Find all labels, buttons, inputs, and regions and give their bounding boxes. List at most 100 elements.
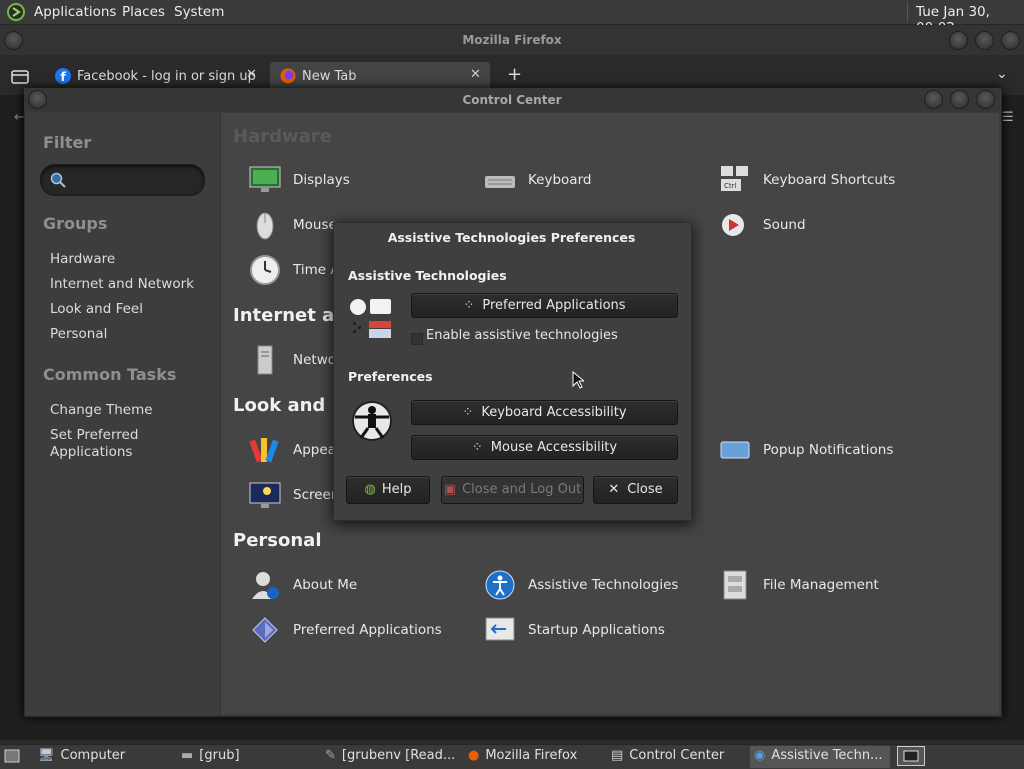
at-heading: Assistive Technologies xyxy=(348,268,507,283)
popup-notifications-icon xyxy=(720,441,750,459)
task-label: Mozilla Firefox xyxy=(485,748,578,763)
close-icon: ✕ xyxy=(608,482,620,497)
displays-icon xyxy=(249,166,281,192)
tab-close-icon[interactable]: ✕ xyxy=(470,67,481,82)
mouse-accessibility-button[interactable]: ⁘ Mouse Accessibility xyxy=(411,435,678,460)
group-look-and-feel[interactable]: Look and Feel xyxy=(50,301,143,317)
task-label: Assistive Techn... xyxy=(771,748,883,763)
item-mouse[interactable]: Mouse xyxy=(293,217,337,233)
taskbar-item-control-center[interactable]: ▤ Control Center xyxy=(611,748,724,763)
enable-at-checkbox[interactable] xyxy=(411,333,423,345)
taskbar-item-grub[interactable]: ▬ [grub] xyxy=(181,748,240,763)
text-editor-icon: ✎ xyxy=(325,748,336,763)
chevron-down-icon[interactable]: ⌄ xyxy=(996,66,1008,82)
file-management-icon xyxy=(723,570,747,600)
maximize-icon[interactable] xyxy=(950,90,969,109)
svg-text:Ctrl: Ctrl xyxy=(724,182,737,190)
item-assistive-technologies[interactable]: Assistive Technologies xyxy=(528,577,678,593)
item-appearance[interactable]: Appea xyxy=(293,442,336,458)
task-set-preferred-apps[interactable]: Set Preferred Applications xyxy=(50,427,170,461)
button-label: Mouse Accessibility xyxy=(490,440,618,455)
logout-icon: ▣ xyxy=(443,482,457,497)
show-desktop-icon[interactable] xyxy=(4,749,20,763)
button-label: Close and Log Out xyxy=(462,482,582,497)
taskbar-item-firefox[interactable]: ● Mozilla Firefox xyxy=(468,748,577,763)
clock-icon xyxy=(250,255,280,285)
sparkle-icon: ⁘ xyxy=(462,405,474,420)
item-network[interactable]: Netwo xyxy=(293,352,336,368)
tab-list-icon[interactable] xyxy=(11,68,29,84)
mouse-icon xyxy=(256,212,274,240)
item-startup-applications[interactable]: Startup Applications xyxy=(528,622,665,638)
hamburger-menu-icon[interactable]: ☰ xyxy=(1002,110,1014,125)
svg-text:f: f xyxy=(61,70,67,84)
taskbar-item-grubenv[interactable]: ✎ [grubenv [Read... xyxy=(325,748,455,763)
tab-close-icon[interactable]: ✕ xyxy=(246,67,257,82)
sound-icon xyxy=(722,214,744,236)
tab-label: New Tab xyxy=(302,69,357,84)
tab-facebook[interactable]: f Facebook - log in or sign up ✕ xyxy=(48,62,262,90)
new-tab-icon[interactable]: + xyxy=(507,64,522,85)
item-sound[interactable]: Sound xyxy=(763,217,806,233)
close-icon[interactable] xyxy=(976,90,995,109)
firefox-icon xyxy=(280,68,296,84)
menu-places[interactable]: Places xyxy=(122,4,165,20)
assistive-technologies-icon xyxy=(485,570,515,600)
keyboard-icon xyxy=(485,176,515,188)
preferences-heading: Preferences xyxy=(348,369,433,384)
distro-logo-icon[interactable] xyxy=(7,3,25,21)
button-label: Keyboard Accessibility xyxy=(481,405,627,420)
taskbar-item-computer[interactable]: 🖥 Computer xyxy=(38,748,125,763)
vitruvian-man-icon xyxy=(352,401,392,441)
taskbar-item-assistive-tech[interactable]: ◉ Assistive Techn... xyxy=(750,746,890,768)
sparkle-icon: ⁘ xyxy=(463,298,475,313)
close-button[interactable]: ✕ Close xyxy=(593,476,678,504)
close-icon[interactable] xyxy=(1001,31,1020,50)
computer-icon: 🖥 xyxy=(38,748,55,763)
preferred-applications-button[interactable]: ⁘ Preferred Applications xyxy=(411,293,678,318)
item-about-me[interactable]: About Me xyxy=(293,577,357,593)
assistive-tech-illustration-icon xyxy=(350,299,391,338)
common-tasks-heading: Common Tasks xyxy=(43,365,177,384)
screensaver-icon xyxy=(249,482,281,508)
help-button[interactable]: ◍ Help xyxy=(346,476,430,504)
button-label: Close xyxy=(627,482,663,497)
minimize-icon[interactable] xyxy=(949,31,968,50)
menu-system[interactable]: System xyxy=(174,4,224,20)
tab-new-tab[interactable]: New Tab ✕ xyxy=(270,62,490,90)
item-keyboard-shortcuts[interactable]: Keyboard Shortcuts xyxy=(763,172,895,188)
group-hardware[interactable]: Hardware xyxy=(50,251,115,267)
minimize-icon[interactable] xyxy=(924,90,943,109)
enable-at-label[interactable]: Enable assistive technologies xyxy=(426,328,618,343)
mouse-cursor-icon xyxy=(572,371,584,389)
item-popup-notifications[interactable]: Popup Notifications xyxy=(763,442,893,458)
group-internet-network[interactable]: Internet and Network xyxy=(50,276,194,292)
maximize-icon[interactable] xyxy=(975,31,994,50)
appearance-icon xyxy=(249,438,279,463)
about-me-icon xyxy=(252,572,279,599)
panel-separator xyxy=(907,2,908,22)
search-input[interactable] xyxy=(40,164,205,196)
button-label: Preferred Applications xyxy=(482,298,626,313)
top-panel: Applications Places System Tue Jan 30, 0… xyxy=(0,0,1024,36)
section-hardware: Hardware xyxy=(233,126,332,147)
section-personal: Personal xyxy=(233,530,322,551)
control-center-icon: ▤ xyxy=(611,748,624,763)
item-keyboard[interactable]: Keyboard xyxy=(528,172,591,188)
search-icon xyxy=(50,172,66,188)
close-and-logout-button[interactable]: ▣ Close and Log Out xyxy=(441,476,584,504)
task-label: Computer xyxy=(60,748,126,763)
group-personal[interactable]: Personal xyxy=(50,326,107,342)
groups-heading: Groups xyxy=(43,214,108,233)
item-displays[interactable]: Displays xyxy=(293,172,350,188)
task-label: [grub] xyxy=(199,748,240,763)
task-change-theme[interactable]: Change Theme xyxy=(50,402,153,418)
item-file-management[interactable]: File Management xyxy=(763,577,879,593)
keyboard-accessibility-button[interactable]: ⁘ Keyboard Accessibility xyxy=(411,400,678,425)
workspace-switcher-icon[interactable] xyxy=(897,746,925,766)
item-preferred-applications[interactable]: Preferred Applications xyxy=(293,622,442,638)
network-icon xyxy=(257,345,273,375)
facebook-icon: f xyxy=(55,68,71,84)
firefox-icon: ● xyxy=(468,748,480,763)
menu-applications[interactable]: Applications xyxy=(34,4,116,20)
